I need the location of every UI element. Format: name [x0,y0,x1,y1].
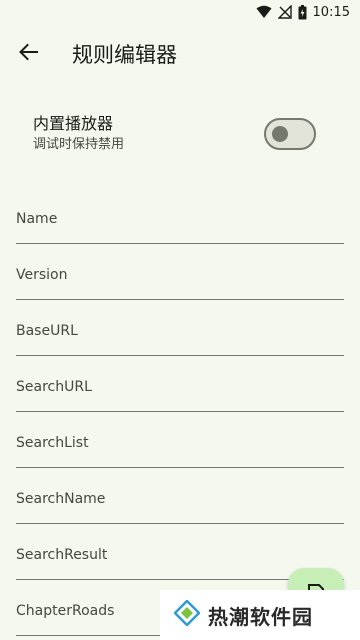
base-url-field[interactable] [16,300,344,356]
rule-fields [16,188,344,636]
search-list-input[interactable] [16,412,344,461]
builtin-player-switch[interactable] [264,118,316,150]
preference-summary: 调试时保持禁用 [33,137,125,152]
top-app-bar: 规则编辑器 [0,30,360,78]
battery-charging-icon [298,4,307,20]
name-input[interactable] [16,188,344,237]
search-url-input[interactable] [16,356,344,405]
back-button[interactable] [4,30,52,78]
status-bar: 10:15 [0,0,360,24]
search-result-input[interactable] [16,524,344,573]
preference-title: 内置播放器 [33,114,114,133]
name-field[interactable] [16,188,344,244]
arrow-back-icon [18,43,38,65]
search-list-field[interactable] [16,412,344,468]
search-url-field[interactable] [16,356,344,412]
version-field[interactable] [16,244,344,300]
switch-thumb [272,126,288,142]
builtin-player-preference[interactable]: 内置播放器 调试时保持禁用 [0,106,360,162]
watermark-text: 热潮软件园 [208,604,313,629]
preference-text: 内置播放器 调试时保持禁用 [33,113,264,155]
watermark-logo-icon [173,599,201,630]
base-url-input[interactable] [16,300,344,349]
status-time: 10:15 [312,4,350,20]
search-name-input[interactable] [16,468,344,517]
page-title: 规则编辑器 [72,43,177,67]
no-signal-icon [277,5,292,19]
wifi-icon [256,5,272,19]
search-name-field[interactable] [16,468,344,524]
watermark: 热潮软件园 [160,590,360,640]
version-input[interactable] [16,244,344,293]
